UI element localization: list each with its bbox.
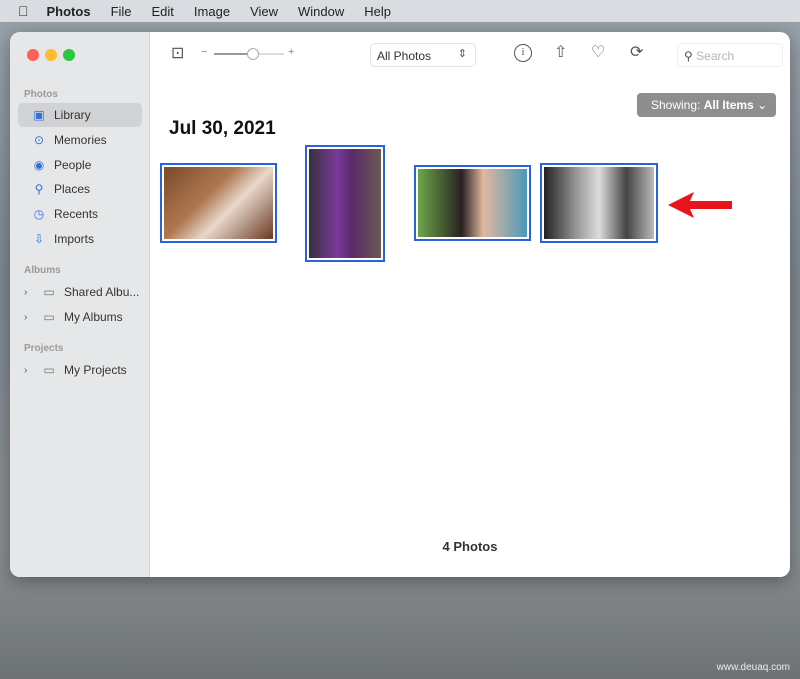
people-icon: ◉ (33, 158, 45, 172)
recents-icon: ◷ (33, 207, 45, 221)
chevron-down-icon: ⌄ (757, 98, 768, 112)
chevron-right-icon[interactable]: › (24, 365, 27, 376)
photo-thumbnail[interactable] (305, 145, 385, 262)
sidebar-item-label: Recents (54, 207, 99, 221)
view-select[interactable]: All Photos ⇕ (370, 43, 476, 67)
info-icon[interactable]: i (514, 44, 532, 62)
zoom-in-label: + (288, 46, 295, 58)
rotate-icon[interactable]: ⟳ (630, 42, 643, 62)
zoom-button[interactable] (63, 49, 75, 61)
zoom-slider-thumb[interactable] (246, 48, 259, 60)
menu-photos[interactable]: Photos (47, 4, 91, 19)
showing-filter-button[interactable]: Showing: All Items ⌄ (637, 93, 776, 117)
sidebar-item-my-albums[interactable]: › ▭ My Albums (18, 305, 142, 329)
filter-prefix: Showing: (651, 98, 701, 112)
zoom-slider[interactable] (214, 48, 284, 60)
sidebar-item-people[interactable]: ◉ People (18, 153, 142, 177)
photo-count: 4 Photos (442, 539, 498, 554)
red-arrow-annotation (668, 192, 732, 218)
places-icon: ⚲ (34, 182, 44, 196)
section-projects: Projects (24, 343, 64, 354)
menu-help[interactable]: Help (364, 4, 391, 19)
sidebar: Photos ▣ Library ⊙ Memories ◉ People ⚲ Place… (10, 32, 150, 577)
menu-file[interactable]: File (111, 4, 132, 19)
album-icon: ▭ (43, 310, 55, 324)
memories-icon: ⊙ (33, 133, 45, 147)
section-albums: Albums (24, 265, 61, 276)
minimize-button[interactable] (45, 49, 57, 61)
view-select-value: All Photos (377, 49, 432, 63)
menu-image[interactable]: Image (194, 4, 230, 19)
watermark: www.deuaq.com (716, 662, 790, 673)
search-placeholder: Search (696, 49, 735, 63)
project-icon: ▭ (43, 363, 55, 377)
sidebar-item-library[interactable]: ▣ Library (18, 103, 142, 127)
filter-value: All Items (703, 98, 754, 112)
photo-thumbnail[interactable] (160, 163, 277, 243)
apple-menu-icon[interactable]:  (18, 3, 29, 19)
menu-window[interactable]: Window (298, 4, 344, 19)
shared-album-icon: ▭ (43, 285, 55, 299)
menu-edit[interactable]: Edit (152, 4, 174, 19)
sidebar-item-label: Imports (54, 232, 95, 246)
sidebar-item-label: My Albums (64, 310, 123, 324)
aspect-toggle-icon[interactable]: ⊡ (171, 43, 184, 63)
zoom-out-label: − (201, 46, 208, 58)
heart-icon[interactable]: ♡ (591, 42, 605, 62)
sidebar-item-label: Library (54, 108, 91, 122)
sidebar-item-shared-albums[interactable]: › ▭ Shared Albu... (18, 280, 142, 304)
sidebar-item-my-projects[interactable]: › ▭ My Projects (18, 358, 142, 382)
sidebar-item-label: Places (54, 182, 91, 196)
photo-thumbnail[interactable] (540, 163, 658, 243)
sidebar-item-memories[interactable]: ⊙ Memories (18, 128, 142, 152)
menu-bar:  Photos File Edit Image View Window Hel… (0, 0, 800, 22)
photos-window: Photos ▣ Library ⊙ Memories ◉ People ⚲ Place… (10, 32, 790, 577)
updown-chevron-icon: ⇕ (457, 48, 467, 60)
main-content: ⊡ − + All Photos ⇕ i ⇧ ♡ ⟳ ⚲ Search Showi… (150, 32, 790, 577)
sidebar-item-imports[interactable]: ⇩ Imports (18, 227, 142, 251)
sidebar-item-places[interactable]: ⚲ Places (18, 177, 142, 201)
library-icon: ▣ (33, 108, 45, 122)
chevron-right-icon[interactable]: › (24, 287, 27, 298)
search-input[interactable]: ⚲ Search (677, 43, 783, 67)
menu-view[interactable]: View (250, 4, 278, 19)
imports-icon: ⇩ (33, 232, 45, 246)
sidebar-item-recents[interactable]: ◷ Recents (18, 202, 142, 226)
share-icon[interactable]: ⇧ (554, 42, 567, 62)
chevron-right-icon[interactable]: › (24, 312, 27, 323)
toolbar: ⊡ − + All Photos ⇕ i ⇧ ♡ ⟳ ⚲ Search (150, 32, 790, 76)
sidebar-item-label: People (54, 158, 92, 172)
section-photos: Photos (24, 89, 58, 100)
search-icon: ⚲ (684, 49, 693, 63)
sidebar-item-label: Shared Albu... (64, 285, 140, 299)
sidebar-item-label: My Projects (64, 363, 127, 377)
window-controls (27, 49, 75, 61)
photo-thumbnail[interactable] (414, 165, 531, 241)
date-heading: Jul 30, 2021 (169, 118, 276, 139)
sidebar-item-label: Memories (54, 133, 107, 147)
close-button[interactable] (27, 49, 39, 61)
